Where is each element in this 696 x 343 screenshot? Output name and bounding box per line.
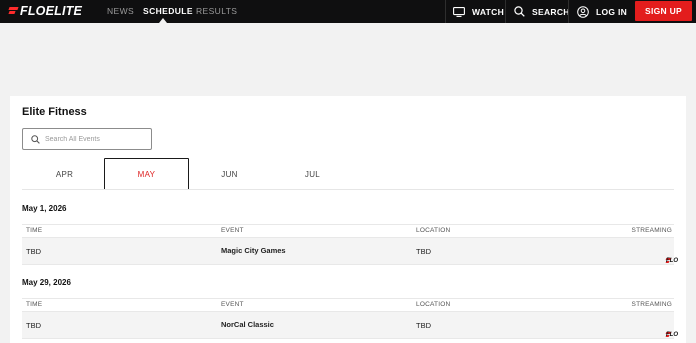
event-time: TBD — [26, 321, 41, 330]
watch-label: WATCH — [472, 6, 505, 17]
date-heading: May 1, 2026 — [22, 204, 67, 213]
event-name[interactable]: NorCal Classic — [221, 320, 274, 329]
flo-streaming-badge[interactable]: FLO — [666, 323, 678, 338]
column-location: LOCATION — [416, 227, 451, 234]
column-streaming: STREAMING — [631, 301, 672, 308]
month-tab-apr[interactable]: APR — [22, 158, 107, 190]
tv-icon — [453, 6, 465, 17]
event-time: TBD — [26, 247, 41, 256]
user-icon — [577, 5, 589, 18]
event-search-box[interactable] — [22, 128, 152, 150]
event-location: TBD — [416, 321, 431, 330]
nav-schedule[interactable]: SCHEDULE — [143, 6, 193, 16]
search-icon — [31, 135, 40, 144]
nav-divider — [445, 0, 446, 23]
top-navigation-bar: FLOELITE NEWS SCHEDULE RESULTS WATCH SEA… — [0, 0, 696, 23]
month-tab-jul[interactable]: JUL — [270, 158, 355, 190]
date-heading: May 29, 2026 — [22, 278, 71, 287]
table-header: TIME EVENT LOCATION STREAMING — [22, 298, 674, 312]
login-label: LOG IN — [596, 6, 628, 17]
watch-button[interactable]: WATCH — [453, 0, 504, 23]
search-button[interactable]: SEARCH — [514, 0, 570, 23]
streaming-label: FLO — [666, 258, 678, 264]
login-button[interactable]: LOG IN — [577, 0, 627, 23]
search-label: SEARCH — [532, 6, 570, 17]
column-location: LOCATION — [416, 301, 451, 308]
table-row[interactable]: TBD Magic City Games TBD FLO — [22, 238, 678, 265]
flo-elite-logo[interactable]: FLOELITE — [9, 4, 82, 18]
sign-up-button[interactable]: SIGN UP — [635, 1, 692, 21]
month-tabs-divider — [22, 189, 674, 190]
nav-news[interactable]: NEWS — [107, 6, 134, 16]
table-header: TIME EVENT LOCATION STREAMING — [22, 224, 674, 238]
nav-results[interactable]: RESULTS — [196, 6, 237, 16]
flo-logo-mark-icon — [9, 6, 19, 16]
page-title: Elite Fitness — [22, 106, 87, 118]
logo-text: FLOELITE — [20, 4, 83, 18]
column-event: EVENT — [221, 227, 244, 234]
schedule-card: Elite Fitness APR MAY JUN JUL May 1, 202… — [10, 96, 686, 343]
search-icon — [514, 6, 525, 17]
column-time: TIME — [26, 301, 43, 308]
search-input[interactable] — [45, 132, 149, 146]
column-event: EVENT — [221, 301, 244, 308]
table-row[interactable]: TBD NorCal Classic TBD FLO — [22, 312, 678, 339]
event-name[interactable]: Magic City Games — [221, 246, 286, 255]
nav-divider — [568, 0, 569, 23]
flo-streaming-badge[interactable]: FLO — [666, 249, 678, 264]
column-time: TIME — [26, 227, 43, 234]
nav-divider — [505, 0, 506, 23]
active-nav-indicator — [159, 18, 167, 23]
streaming-label: FLO — [666, 332, 678, 338]
month-tab-jun[interactable]: JUN — [187, 158, 272, 190]
month-tab-may[interactable]: MAY — [104, 158, 189, 190]
event-location: TBD — [416, 247, 431, 256]
column-streaming: STREAMING — [631, 227, 672, 234]
